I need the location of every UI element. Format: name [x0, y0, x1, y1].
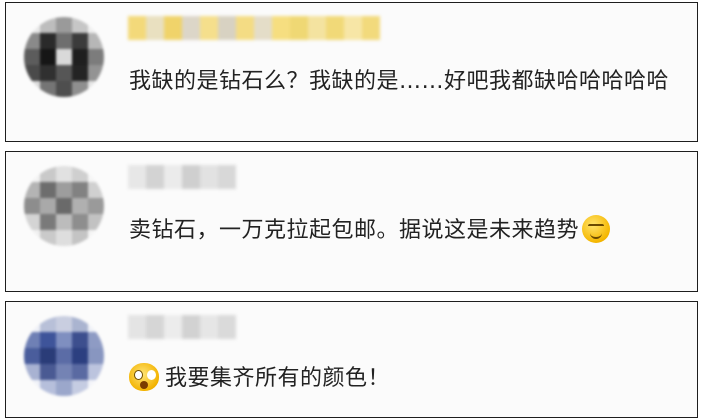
shocked-emoji-icon [129, 363, 159, 391]
avatar[interactable] [24, 17, 104, 97]
comment-card: 我缺的是钻石么？我缺的是……好吧我都缺哈哈哈哈哈 [5, 2, 698, 142]
username-blurred[interactable] [128, 165, 236, 189]
comment-text: 我要集齐所有的颜色！ [129, 360, 669, 398]
smirk-emoji-icon [582, 215, 611, 243]
avatar[interactable] [24, 316, 104, 396]
comment-body: 卖钻石，一万克拉起包邮。据说这是未来趋势 [129, 218, 580, 243]
comment-body: 我缺的是钻石么？我缺的是……好吧我都缺哈哈哈哈哈 [129, 69, 670, 94]
comment-text: 卖钻石，一万克拉起包邮。据说这是未来趋势 [129, 212, 669, 250]
comment-card: 我要集齐所有的颜色！ [5, 301, 698, 418]
comment-body: 我要集齐所有的颜色！ [165, 366, 391, 391]
avatar[interactable] [24, 166, 104, 246]
comment-card: 卖钻石，一万克拉起包邮。据说这是未来趋势 [5, 151, 698, 292]
username-blurred[interactable] [128, 16, 380, 40]
comment-text: 我缺的是钻石么？我缺的是……好吧我都缺哈哈哈哈哈 [129, 63, 669, 101]
username-blurred[interactable] [128, 315, 236, 339]
